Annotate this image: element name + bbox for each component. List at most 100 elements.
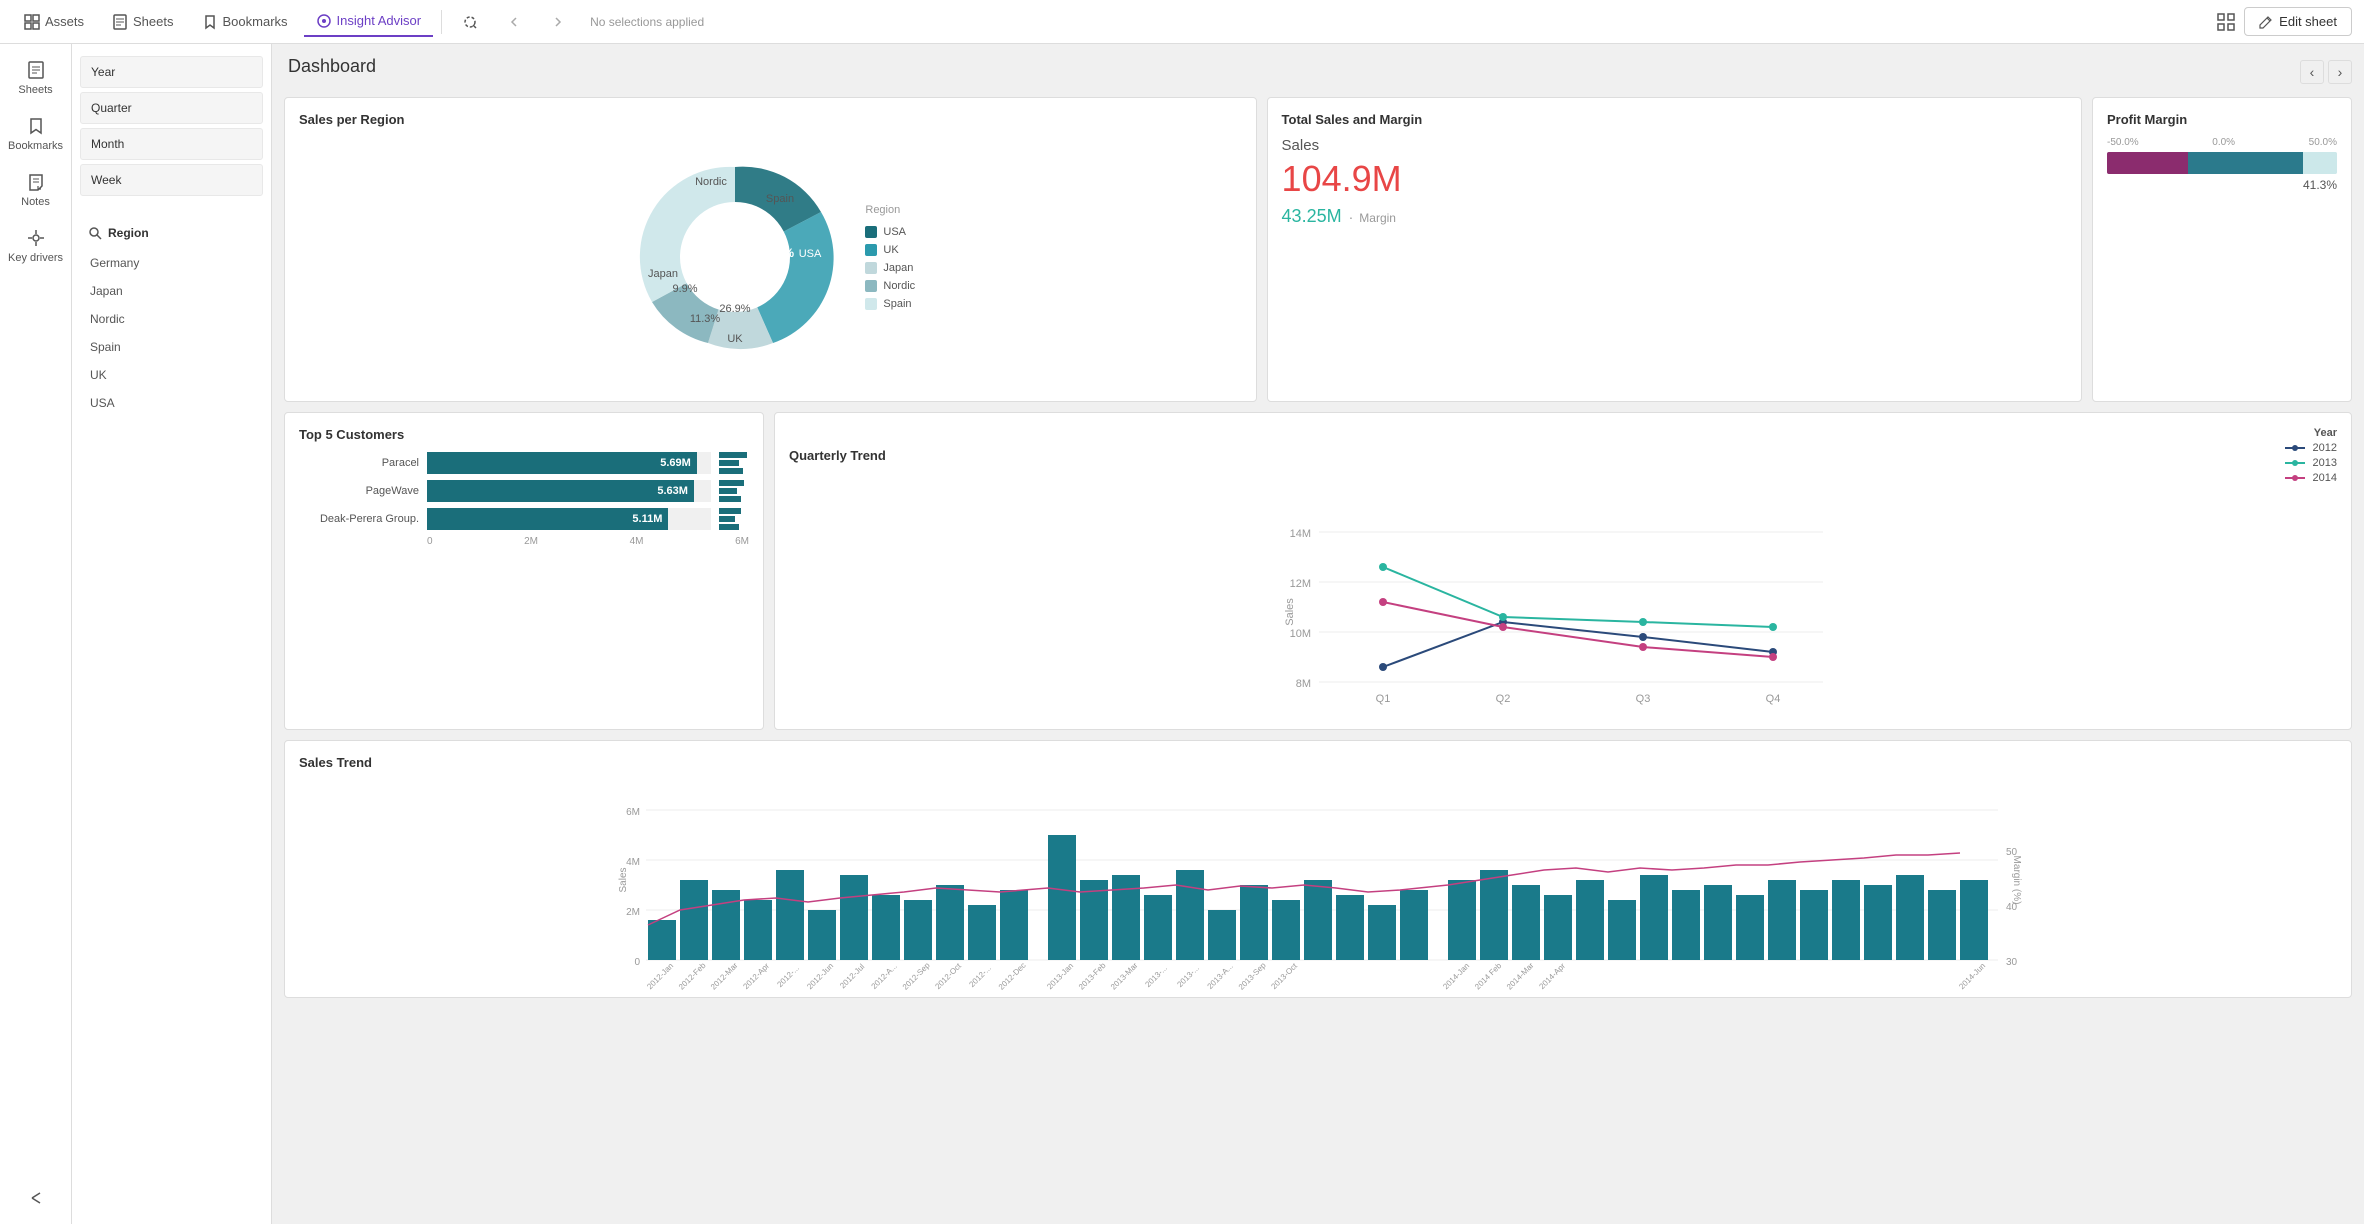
region-header: Region	[80, 220, 263, 246]
svg-text:Q3: Q3	[1636, 693, 1651, 705]
legend-2012: 2012	[2285, 442, 2337, 454]
edit-icon	[2259, 15, 2273, 29]
svg-text:45.5%: 45.5%	[760, 246, 794, 260]
svg-text:2013-...: 2013-...	[1175, 963, 1201, 989]
quarterly-title: Quarterly Trend	[789, 448, 886, 463]
bar-mini-2	[719, 480, 749, 502]
svg-text:2013-Oct: 2013-Oct	[1269, 961, 1299, 991]
svg-text:2012-Oct: 2012-Oct	[933, 961, 963, 991]
donut-legend: Region USA UK Japan Nordic Spain	[865, 204, 915, 310]
nav-tool3[interactable]	[538, 8, 578, 36]
svg-text:2014-Jun: 2014-Jun	[1957, 961, 1987, 991]
svg-text:2014-Mar: 2014-Mar	[1505, 961, 1536, 992]
legend-uk: UK	[865, 244, 915, 256]
svg-text:2013-Jan: 2013-Jan	[1045, 961, 1075, 991]
quarterly-legend: Year 2012 2013 2014	[2285, 427, 2337, 484]
filter-week[interactable]: Week	[80, 164, 263, 196]
main-layout: Sheets Bookmarks Notes Key drivers Year …	[0, 44, 2364, 1224]
profit-title: Profit Margin	[2107, 112, 2337, 127]
region-nordic[interactable]: Nordic	[80, 306, 263, 332]
svg-text:2012-Mar: 2012-Mar	[709, 961, 740, 992]
legend-spain: Spain	[865, 298, 915, 310]
svg-text:2012-Jul: 2012-Jul	[838, 962, 866, 990]
margin-row: 43.25M · Margin	[1282, 206, 2067, 227]
grid-icon[interactable]	[2216, 12, 2236, 32]
svg-text:10M: 10M	[1290, 628, 1311, 640]
nav-sheets[interactable]: Sheets	[100, 8, 185, 36]
sidebar-item-sheets[interactable]: Sheets	[4, 52, 68, 104]
nav-assets[interactable]: Assets	[12, 8, 96, 36]
legend-japan: Japan	[865, 262, 915, 274]
svg-text:Japan: Japan	[648, 268, 678, 280]
sales-trend-chart: 0 2M 4M 6M 30 40 50 Sales Margin (%)	[299, 780, 2337, 980]
svg-text:2012-A...: 2012-A...	[870, 962, 899, 991]
middle-row: Top 5 Customers Paracel 5.69M	[284, 412, 2352, 730]
svg-text:Spain: Spain	[766, 193, 794, 205]
svg-text:2014 Feb: 2014 Feb	[1473, 961, 1504, 992]
legend-usa: USA	[865, 226, 915, 238]
svg-text:14M: 14M	[1290, 528, 1311, 540]
nav-tool2[interactable]	[494, 8, 534, 36]
svg-text:Q1: Q1	[1376, 693, 1391, 705]
svg-text:0: 0	[634, 957, 640, 968]
bar-mini-3	[719, 508, 749, 530]
profit-light-segment	[2303, 152, 2338, 174]
legend-2014-line	[2285, 474, 2309, 482]
svg-text:2012-...: 2012-...	[967, 963, 993, 989]
customers-bar-chart: Paracel 5.69M PageWave	[299, 452, 749, 530]
donut-chart: Spain Nordic Japan UK USA 45.5% 26.9% 11…	[625, 147, 845, 367]
edit-sheet-button[interactable]: Edit sheet	[2244, 7, 2352, 36]
profit-value: 41.3%	[2107, 178, 2337, 192]
profit-scale: -50.0% 0.0% 50.0%	[2107, 137, 2337, 148]
svg-text:9.9%: 9.9%	[673, 283, 698, 295]
svg-text:UK: UK	[728, 333, 744, 345]
filter-year[interactable]: Year	[80, 56, 263, 88]
sidebar-item-bookmarks[interactable]: Bookmarks	[4, 108, 68, 160]
panel-divider	[80, 200, 263, 216]
legend-2012-line	[2285, 444, 2309, 452]
bar-mini-1	[719, 452, 749, 474]
legend-2014: 2014	[2285, 472, 2337, 484]
margin-label: Margin	[1359, 211, 1396, 225]
top-nav: Assets Sheets Bookmarks Insight Advisor …	[0, 0, 2364, 44]
svg-text:2012-...: 2012-...	[775, 963, 801, 989]
filter-month[interactable]: Month	[80, 128, 263, 160]
region-uk[interactable]: UK	[80, 362, 263, 388]
top-row: Sales per Region	[284, 97, 2352, 402]
prev-page-button[interactable]: ‹	[2300, 60, 2324, 84]
nav-tool1[interactable]	[450, 8, 490, 36]
assets-icon	[24, 14, 40, 30]
customer-row-3: Deak-Perera Group. 5.11M	[299, 508, 749, 530]
quarterly-chart: 8M 10M 12M 14M Sales Q1 Q2 Q3 Q4	[789, 492, 2337, 712]
content-area: Dashboard ‹ › Sales per Region	[272, 44, 2364, 1224]
svg-text:2M: 2M	[626, 907, 640, 918]
sales-label: Sales	[1282, 137, 2067, 154]
region-usa[interactable]: USA	[80, 390, 263, 416]
top-customers-card: Top 5 Customers Paracel 5.69M	[284, 412, 764, 730]
left-sidebar: Sheets Bookmarks Notes Key drivers	[0, 44, 72, 1224]
bookmarks-sidebar-icon	[26, 116, 46, 136]
bookmarks-icon	[202, 14, 218, 30]
sidebar-item-key-drivers[interactable]: Key drivers	[4, 220, 68, 272]
filter-quarter[interactable]: Quarter	[80, 92, 263, 124]
margin-value: 43.25M ·	[1282, 206, 1354, 227]
profit-teal-segment	[2188, 152, 2303, 174]
region-germany[interactable]: Germany	[80, 250, 263, 276]
lasso-icon	[462, 14, 478, 30]
svg-text:2012-Dec: 2012-Dec	[997, 961, 1028, 992]
sidebar-item-notes[interactable]: Notes	[4, 164, 68, 216]
nav-bookmarks[interactable]: Bookmarks	[190, 8, 300, 36]
sidebar-collapse[interactable]	[4, 1180, 68, 1224]
profit-purple-segment	[2107, 152, 2188, 174]
sales-trend-title: Sales Trend	[299, 755, 2337, 770]
nav-insight-advisor[interactable]: Insight Advisor	[304, 7, 434, 37]
page-title: Dashboard	[284, 56, 376, 77]
customer-row-1: Paracel 5.69M	[299, 452, 749, 474]
collapse-icon	[26, 1188, 46, 1208]
customer-bar-1: 5.69M	[427, 452, 711, 474]
region-japan[interactable]: Japan	[80, 278, 263, 304]
nav-separator	[441, 10, 442, 34]
bar-axis: 0 2M 4M 6M	[299, 536, 749, 547]
next-page-button[interactable]: ›	[2328, 60, 2352, 84]
region-spain[interactable]: Spain	[80, 334, 263, 360]
